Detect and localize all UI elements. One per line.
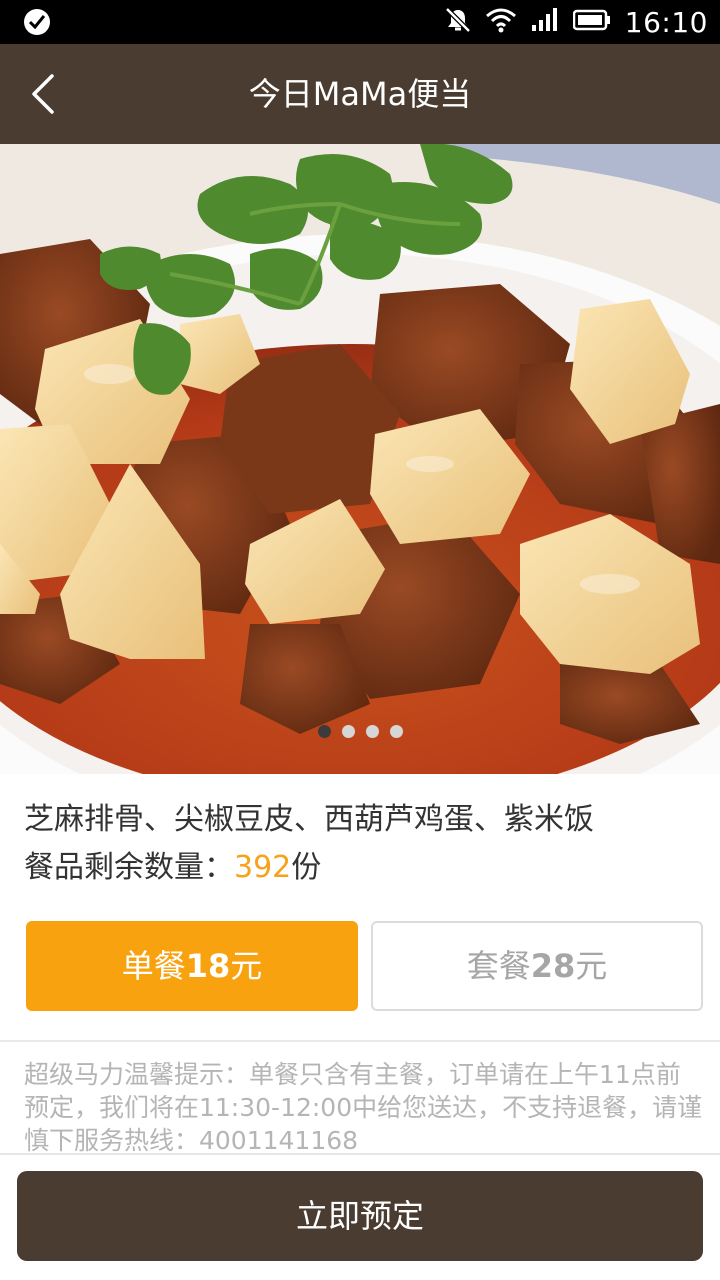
page-title: 今日MaMa便当 [248,75,472,113]
combo-meal-button[interactable]: 套餐28元 [371,921,703,1011]
book-now-button[interactable]: 立即预定 [17,1171,703,1261]
dish-list: 芝麻排骨、尖椒豆皮、西葫芦鸡蛋、紫米饭 [24,802,594,837]
carousel-dot-1[interactable] [317,725,331,738]
combo-meal-price: 28 [530,947,576,985]
single-meal-price: 18 [185,947,231,985]
meal-info: 芝麻排骨、尖椒豆皮、西葫芦鸡蛋、紫米饭 餐品剩余数量：392份 [24,796,696,892]
dish-photo-carousel[interactable] [0,144,720,774]
carousel-dot-2[interactable] [341,725,355,738]
remaining-count: 392 [234,850,292,885]
battery-icon [572,9,611,35]
notice-text: 超级马力温馨提示：单餐只含有主餐，订单请在上午11点前预定，我们将在11:30-… [24,1060,703,1154]
combo-meal-prefix: 套餐 [466,947,531,985]
signal-icon [531,8,559,36]
remaining-quantity: 餐品剩余数量：392份 [24,844,696,892]
single-meal-unit: 元 [230,947,263,985]
carousel-dot-3[interactable] [365,725,379,738]
carousel-dot-4[interactable] [389,725,403,738]
top-nav-bar: 今日MaMa便当 [0,44,720,144]
combo-meal-unit: 元 [575,947,608,985]
wifi-icon [485,7,517,37]
single-meal-button[interactable]: 单餐18元 [26,921,358,1011]
single-meal-prefix: 单餐 [121,947,186,985]
check-circle-icon [24,9,50,35]
status-bar: 16:10 [0,0,720,44]
carousel-indicator [0,725,720,738]
remaining-unit: 份 [291,850,322,885]
remaining-label: 餐品剩余数量： [24,850,234,885]
divider [0,1040,720,1042]
mute-icon [445,7,471,37]
clock: 16:10 [624,5,708,39]
dish-photo [0,144,720,774]
